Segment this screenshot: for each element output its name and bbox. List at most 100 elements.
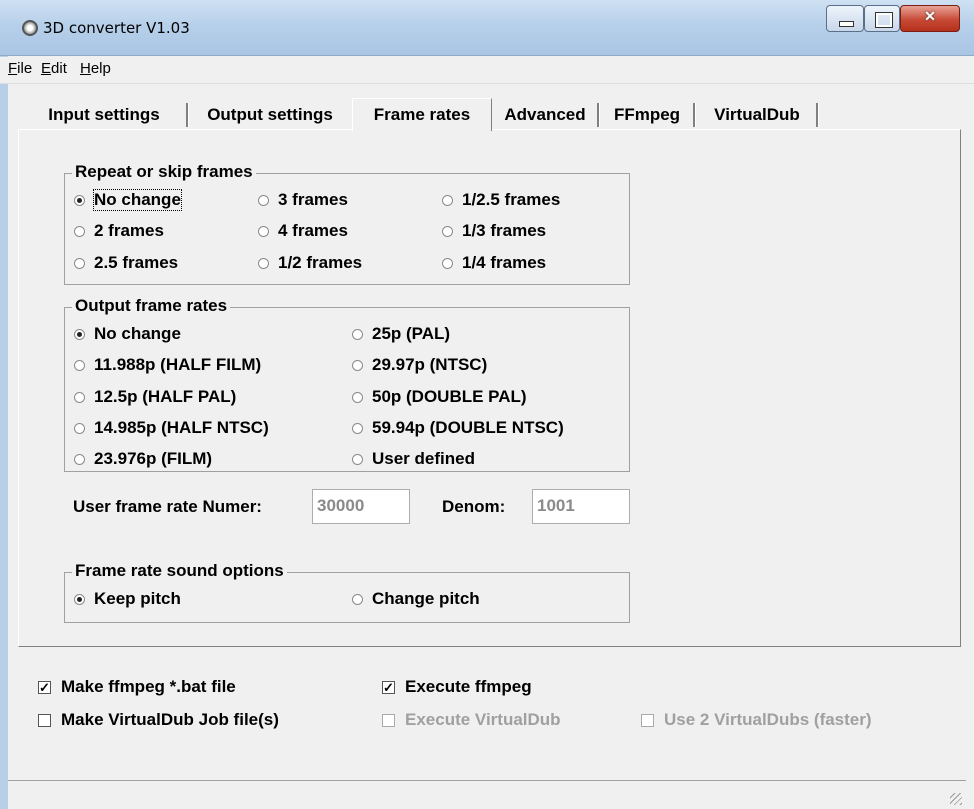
radio-out-50p[interactable]: 50p (DOUBLE PAL): [352, 387, 527, 407]
minimize-button[interactable]: [826, 5, 864, 32]
tab-input-settings-label: Input settings: [48, 105, 160, 124]
menu-file[interactable]: File: [8, 60, 32, 77]
tab-ffmpeg[interactable]: FFmpeg: [601, 101, 693, 129]
tab-separator: [693, 103, 696, 127]
resize-grip-icon[interactable]: [950, 793, 962, 805]
app-gear-icon: [22, 20, 38, 36]
make-bat-checkbox[interactable]: ✓ Make ffmpeg *.bat file: [38, 677, 236, 697]
close-icon: ✕: [924, 8, 936, 24]
window-title: 3D converter V1.03: [43, 19, 190, 37]
tab-separator: [186, 103, 189, 127]
tab-ffmpeg-label: FFmpeg: [613, 105, 681, 124]
repeat-skip-group-title: Repeat or skip frames: [72, 162, 256, 182]
radio-label: 1/3 frames: [462, 221, 547, 240]
minimize-icon: [839, 21, 854, 27]
menu-file-label: ile: [17, 60, 33, 77]
radio-out-user-defined[interactable]: User defined: [352, 449, 475, 469]
radio-button: [352, 359, 363, 371]
sound-options-group: Frame rate sound options Keep pitch Chan…: [64, 561, 630, 623]
radio-out-29-97p[interactable]: 29.97p (NTSC): [352, 355, 487, 375]
checkbox-box: [38, 713, 51, 727]
tab-separator: [597, 103, 600, 127]
menu-help[interactable]: Help: [80, 60, 111, 77]
title-bar[interactable]: 3D converter V1.03 ✕: [0, 0, 974, 56]
use-two-vdub-checkbox: Use 2 VirtualDubs (faster): [641, 710, 872, 730]
radio-label: 50p (DOUBLE PAL): [372, 387, 527, 406]
radio-label: 14.985p (HALF NTSC): [94, 418, 269, 437]
user-numer-input[interactable]: 30000: [312, 489, 410, 524]
radio-out-25p[interactable]: 25p (PAL): [352, 324, 450, 344]
tab-separator: [816, 103, 819, 127]
radio-out-11-988p[interactable]: 11.988p (HALF FILM): [74, 355, 261, 375]
execute-vdub-checkbox: Execute VirtualDub: [382, 710, 561, 730]
radio-repeat-no-change[interactable]: No change: [74, 189, 182, 211]
menu-edit-label: dit: [51, 60, 67, 77]
checkbox-label: Execute ffmpeg: [405, 677, 532, 696]
radio-label: 59.94p (DOUBLE NTSC): [372, 418, 564, 437]
tab-advanced[interactable]: Advanced: [495, 101, 595, 129]
radio-label: 1/2.5 frames: [462, 190, 561, 209]
execute-ffmpeg-checkbox[interactable]: ✓ Execute ffmpeg: [382, 677, 532, 697]
radio-label: 1/2 frames: [278, 253, 363, 272]
radio-label: 4 frames: [278, 221, 348, 240]
radio-out-14-985p[interactable]: 14.985p (HALF NTSC): [74, 418, 269, 438]
radio-button: [74, 225, 85, 237]
radio-button: [74, 328, 85, 340]
radio-label: Change pitch: [372, 589, 480, 608]
radio-button: [258, 257, 269, 269]
checkbox-box: [641, 713, 654, 727]
tab-frame-rates-label: Frame rates: [373, 105, 471, 124]
maximize-button[interactable]: [864, 5, 900, 32]
radio-label: Keep pitch: [94, 589, 181, 608]
tab-control: Input settings Output settings Frame rat…: [16, 98, 961, 649]
radio-label: 1/4 frames: [462, 253, 547, 272]
close-button[interactable]: ✕: [900, 5, 960, 32]
tab-frame-rates[interactable]: Frame rates: [352, 98, 492, 131]
radio-repeat-3-frames[interactable]: 3 frames: [258, 190, 348, 210]
tab-virtualdub[interactable]: VirtualDub: [698, 101, 816, 129]
tab-output-settings-label: Output settings: [207, 105, 333, 124]
status-bar: [8, 780, 966, 809]
radio-out-59-94p[interactable]: 59.94p (DOUBLE NTSC): [352, 418, 564, 438]
radio-label: No change: [94, 324, 181, 343]
radio-button: [442, 257, 453, 269]
radio-repeat-1-4-frames[interactable]: 1/4 frames: [442, 253, 546, 273]
make-vdub-job-checkbox[interactable]: Make VirtualDub Job file(s): [38, 710, 279, 730]
checkbox-label: Use 2 VirtualDubs (faster): [664, 710, 872, 729]
radio-out-23-976p[interactable]: 23.976p (FILM): [74, 449, 212, 469]
radio-button: [352, 391, 363, 403]
user-numer-label: User frame rate Numer:: [73, 497, 262, 516]
user-denom-input[interactable]: 1001: [532, 489, 630, 524]
main-window: 3D converter V1.03 ✕ File Edit Help Inpu…: [0, 0, 974, 809]
radio-label: 2 frames: [94, 221, 164, 240]
frame-rates-panel: Repeat or skip frames No change 3 frames…: [18, 129, 961, 647]
radio-label: No change: [93, 189, 182, 211]
menu-edit[interactable]: Edit: [41, 60, 67, 77]
radio-repeat-1-2-frames[interactable]: 1/2 frames: [258, 253, 362, 273]
checkbox-label: Execute VirtualDub: [405, 710, 561, 729]
radio-out-no-change[interactable]: No change: [74, 324, 181, 344]
radio-repeat-2-frames[interactable]: 2 frames: [74, 221, 164, 241]
menu-help-mnemonic: H: [80, 60, 91, 77]
radio-label: 3 frames: [278, 190, 348, 209]
tab-input-settings[interactable]: Input settings: [24, 101, 184, 129]
radio-repeat-4-frames[interactable]: 4 frames: [258, 221, 348, 241]
radio-button: [74, 422, 85, 434]
radio-button: [74, 257, 85, 269]
tab-virtualdub-label: VirtualDub: [714, 105, 800, 124]
radio-repeat-2-5-frames[interactable]: 2.5 frames: [74, 253, 178, 273]
output-frame-rates-group: Output frame rates No change 25p (PAL) 1…: [64, 296, 630, 472]
radio-repeat-1-3-frames[interactable]: 1/3 frames: [442, 221, 546, 241]
repeat-skip-group: Repeat or skip frames No change 3 frames…: [64, 162, 630, 285]
radio-change-pitch[interactable]: Change pitch: [352, 589, 480, 609]
radio-label: User defined: [372, 449, 475, 468]
tab-output-settings[interactable]: Output settings: [191, 101, 349, 129]
radio-button: [442, 194, 453, 206]
radio-keep-pitch[interactable]: Keep pitch: [74, 589, 181, 609]
radio-repeat-1-2-5-frames[interactable]: 1/2.5 frames: [442, 190, 560, 210]
output-frame-rates-group-title: Output frame rates: [72, 296, 231, 316]
radio-label: 11.988p (HALF FILM): [94, 355, 262, 374]
tab-advanced-label: Advanced: [504, 105, 586, 124]
checkbox-box: [382, 713, 395, 727]
radio-out-12-5p[interactable]: 12.5p (HALF PAL): [74, 387, 236, 407]
